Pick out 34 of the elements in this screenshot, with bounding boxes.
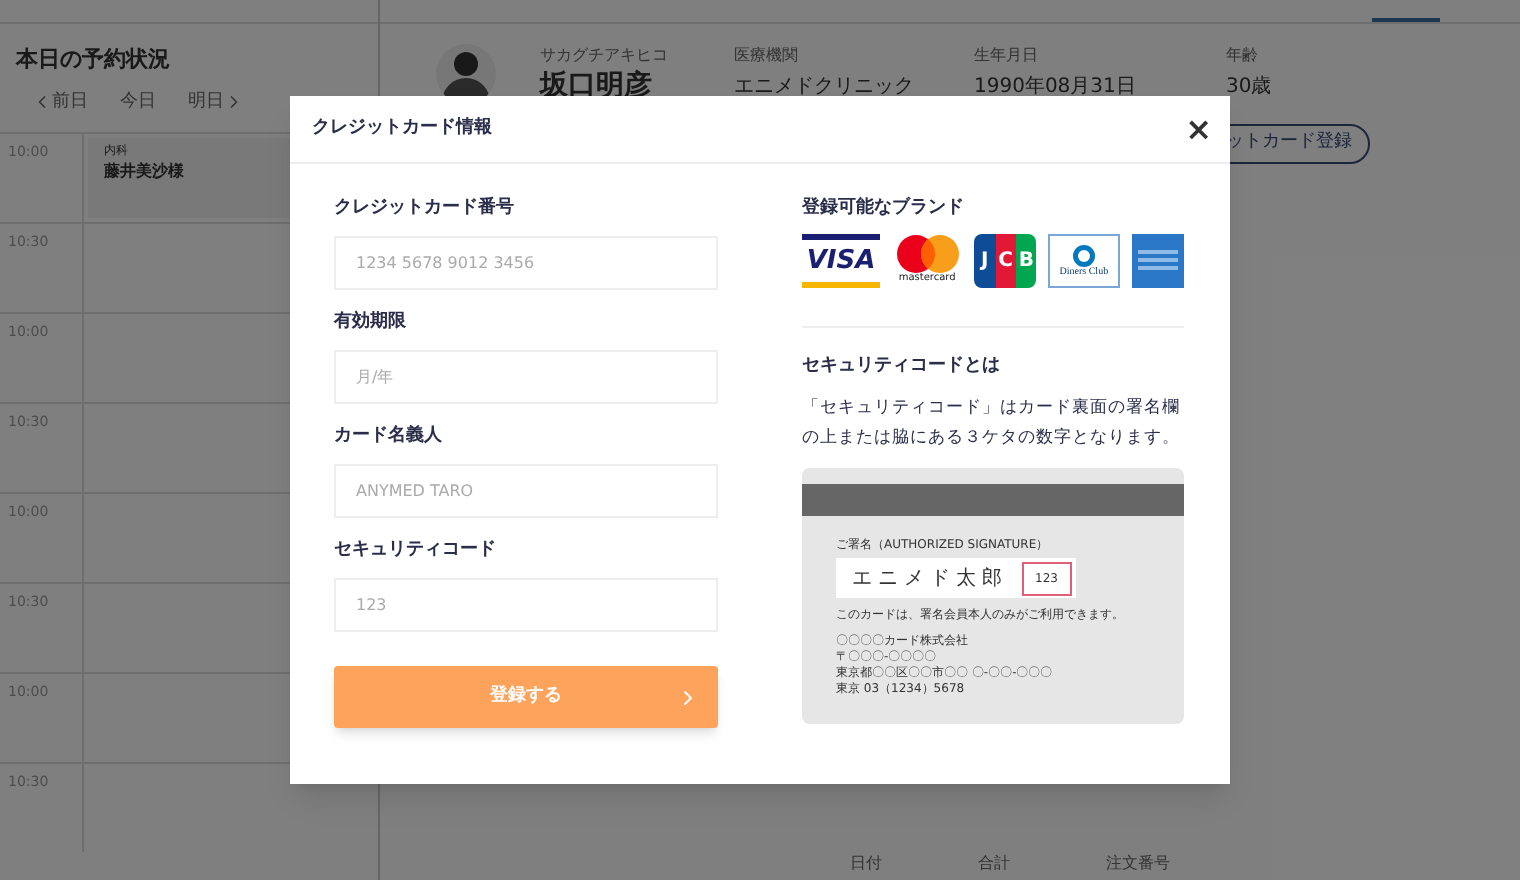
column-header: 注文番号 — [1106, 852, 1170, 876]
jcb-letter: C — [998, 247, 1013, 275]
section-title: セキュリティコードとは — [802, 353, 1002, 379]
field-value: エニメドクリニック — [734, 74, 916, 102]
text-input[interactable]: ANYMED TARO — [334, 464, 718, 518]
day-nav-button[interactable]: 明日 — [188, 89, 244, 116]
signature-text: エニメド太郎 — [852, 565, 1008, 593]
field-label: サカグチアキヒコ — [540, 44, 670, 68]
jcb-letter: J — [980, 247, 989, 275]
submit-button[interactable]: 登録する — [334, 666, 718, 728]
section-title: 登録可能なブランド — [802, 196, 966, 222]
dialog-title: クレジットカード情報 — [312, 115, 492, 142]
field-label: セキュリティコード — [334, 538, 498, 564]
active-tab-underline — [1372, 18, 1440, 22]
field-value: 30歳 — [1226, 74, 1274, 102]
text-input[interactable]: 月/年 — [334, 350, 718, 404]
visa-logo: VISA — [802, 233, 881, 287]
day-nav-button[interactable]: 今日 — [120, 89, 156, 116]
security-description: 「セキュリティコード」はカード裏面の署名欄の上または脇にある３ケタの数字となります。 — [802, 396, 1182, 452]
text-input[interactable]: 123 — [334, 578, 718, 632]
schedule-title: 本日の予約状況 — [16, 44, 172, 76]
field-label: 年齢 — [1226, 44, 1260, 68]
field-label: 医療機関 — [734, 44, 800, 68]
field-label: カード名義人 — [334, 424, 444, 450]
field-value: 1990年08月31日 — [974, 74, 1138, 102]
column-header: 日付 — [850, 852, 882, 876]
patient-name: 藤井美沙様 — [104, 160, 186, 184]
day-nav-button[interactable]: 前日 — [32, 89, 88, 116]
text-input[interactable]: 1234 5678 9012 3456 — [334, 236, 718, 290]
jcb-letter: B — [1018, 247, 1034, 275]
amex-logo — [1131, 233, 1184, 287]
column-header: 合計 — [978, 852, 1010, 876]
field-label: 生年月日 — [974, 44, 1040, 68]
field-label: 有効期限 — [334, 310, 408, 336]
